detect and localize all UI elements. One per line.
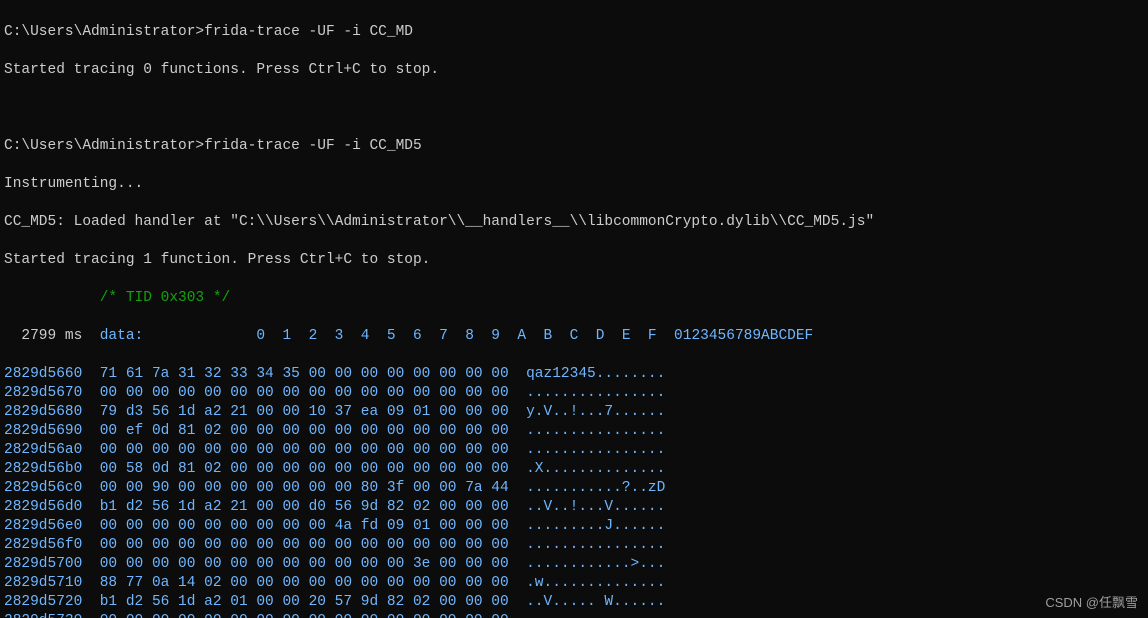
hex-bytes: 00 00 00 00 00 00 00 00 00 00 00 00 00 0…	[82, 613, 508, 618]
hex-address: 2829d56f0	[4, 537, 82, 553]
hex-dump-row: 2829d56d0 b1 d2 56 1d a2 21 00 00 d0 56 …	[4, 498, 1144, 517]
timestamp: 2799 ms	[4, 328, 82, 344]
hex-dump-row: 2829d56f0 00 00 00 00 00 00 00 00 00 00 …	[4, 536, 1144, 555]
hex-bytes: 00 58 0d 81 02 00 00 00 00 00 00 00 00 0…	[82, 461, 508, 477]
hex-ascii: ................	[509, 537, 666, 553]
hex-ascii: ................	[509, 442, 666, 458]
hex-address: 2829d5660	[4, 366, 82, 382]
hex-bytes: 00 00 00 00 00 00 00 00 00 4a fd 09 01 0…	[82, 518, 508, 534]
prompt-path: C:\Users\Administrator>	[4, 24, 204, 40]
hex-address: 2829d5700	[4, 556, 82, 572]
hex-dump-row: 2829d5670 00 00 00 00 00 00 00 00 00 00 …	[4, 384, 1144, 403]
command-2: frida-trace -UF -i CC_MD5	[204, 138, 422, 154]
hex-bytes: 00 00 00 00 00 00 00 00 00 00 00 00 00 0…	[82, 537, 508, 553]
hex-ascii: .........J......	[509, 518, 666, 534]
hex-bytes: 00 00 90 00 00 00 00 00 00 00 80 3f 00 0…	[82, 480, 508, 496]
hex-address: 2829d56b0	[4, 461, 82, 477]
hex-address: 2829d56d0	[4, 499, 82, 515]
hex-ascii: ...........?..zD	[509, 480, 666, 496]
hex-ascii: qaz12345........	[509, 366, 666, 382]
hex-address: 2829d56c0	[4, 480, 82, 496]
output-line: Instrumenting...	[4, 175, 1144, 194]
hex-address: 2829d5710	[4, 575, 82, 591]
hex-ascii: ..V..!...V......	[509, 499, 666, 515]
hex-dump-row: 2829d5680 79 d3 56 1d a2 21 00 00 10 37 …	[4, 403, 1144, 422]
hex-address: 2829d5730	[4, 613, 82, 618]
hex-bytes: 88 77 0a 14 02 00 00 00 00 00 00 00 00 0…	[82, 575, 508, 591]
output-line: Started tracing 1 function. Press Ctrl+C…	[4, 251, 1144, 270]
hex-ascii: ................	[509, 613, 666, 618]
prompt-path: C:\Users\Administrator>	[4, 138, 204, 154]
hex-dump-row: 2829d5690 00 ef 0d 81 02 00 00 00 00 00 …	[4, 422, 1144, 441]
hex-ascii: ................	[509, 423, 666, 439]
hex-dump-row: 2829d5710 88 77 0a 14 02 00 00 00 00 00 …	[4, 574, 1144, 593]
hex-dump-row: 2829d5660 71 61 7a 31 32 33 34 35 00 00 …	[4, 365, 1144, 384]
hex-bytes: b1 d2 56 1d a2 21 00 00 d0 56 9d 82 02 0…	[82, 499, 508, 515]
hex-address: 2829d56e0	[4, 518, 82, 534]
hex-bytes: 71 61 7a 31 32 33 34 35 00 00 00 00 00 0…	[82, 366, 508, 382]
hex-bytes: 79 d3 56 1d a2 21 00 00 10 37 ea 09 01 0…	[82, 404, 508, 420]
data-label: data:	[82, 328, 143, 344]
hex-ascii: ..V..... W......	[509, 594, 666, 610]
hex-dump-row: 2829d5730 00 00 00 00 00 00 00 00 00 00 …	[4, 612, 1144, 618]
hex-bytes: b1 d2 56 1d a2 01 00 00 20 57 9d 82 02 0…	[82, 594, 508, 610]
hex-dump-row: 2829d5700 00 00 00 00 00 00 00 00 00 00 …	[4, 555, 1144, 574]
hex-address: 2829d5690	[4, 423, 82, 439]
hex-dump-block-1: 2829d5660 71 61 7a 31 32 33 34 35 00 00 …	[4, 365, 1144, 618]
watermark-label: CSDN @任飘雪	[1045, 593, 1138, 612]
command-1: frida-trace -UF -i CC_MD	[204, 24, 413, 40]
tid-comment: /* TID 0x303 */	[4, 289, 1144, 308]
hex-bytes: 00 00 00 00 00 00 00 00 00 00 00 00 00 0…	[82, 442, 508, 458]
hex-dump-row: 2829d56e0 00 00 00 00 00 00 00 00 00 4a …	[4, 517, 1144, 536]
hex-ascii: ............>...	[509, 556, 666, 572]
hex-address: 2829d56a0	[4, 442, 82, 458]
hex-bytes: 00 00 00 00 00 00 00 00 00 00 00 00 3e 0…	[82, 556, 508, 572]
hex-address: 2829d5680	[4, 404, 82, 420]
hex-bytes: 00 ef 0d 81 02 00 00 00 00 00 00 00 00 0…	[82, 423, 508, 439]
terminal-output[interactable]: C:\Users\Administrator>frida-trace -UF -…	[0, 0, 1148, 618]
hex-ascii: ................	[509, 385, 666, 401]
hex-dump-row: 2829d56a0 00 00 00 00 00 00 00 00 00 00 …	[4, 441, 1144, 460]
hex-dump-row: 2829d5720 b1 d2 56 1d a2 01 00 00 20 57 …	[4, 593, 1144, 612]
hex-header: 0 1 2 3 4 5 6 7 8 9 A B C D E F 01234567…	[143, 328, 813, 344]
output-line: Started tracing 0 functions. Press Ctrl+…	[4, 61, 1144, 80]
output-line: CC_MD5: Loaded handler at "C:\\Users\\Ad…	[4, 213, 1144, 232]
hex-ascii: y.V..!...7......	[509, 404, 666, 420]
hex-address: 2829d5670	[4, 385, 82, 401]
hex-bytes: 00 00 00 00 00 00 00 00 00 00 00 00 00 0…	[82, 385, 508, 401]
hex-ascii: .X..............	[509, 461, 666, 477]
hex-ascii: .w..............	[509, 575, 666, 591]
hex-dump-row: 2829d56b0 00 58 0d 81 02 00 00 00 00 00 …	[4, 460, 1144, 479]
hex-address: 2829d5720	[4, 594, 82, 610]
hex-dump-row: 2829d56c0 00 00 90 00 00 00 00 00 00 00 …	[4, 479, 1144, 498]
